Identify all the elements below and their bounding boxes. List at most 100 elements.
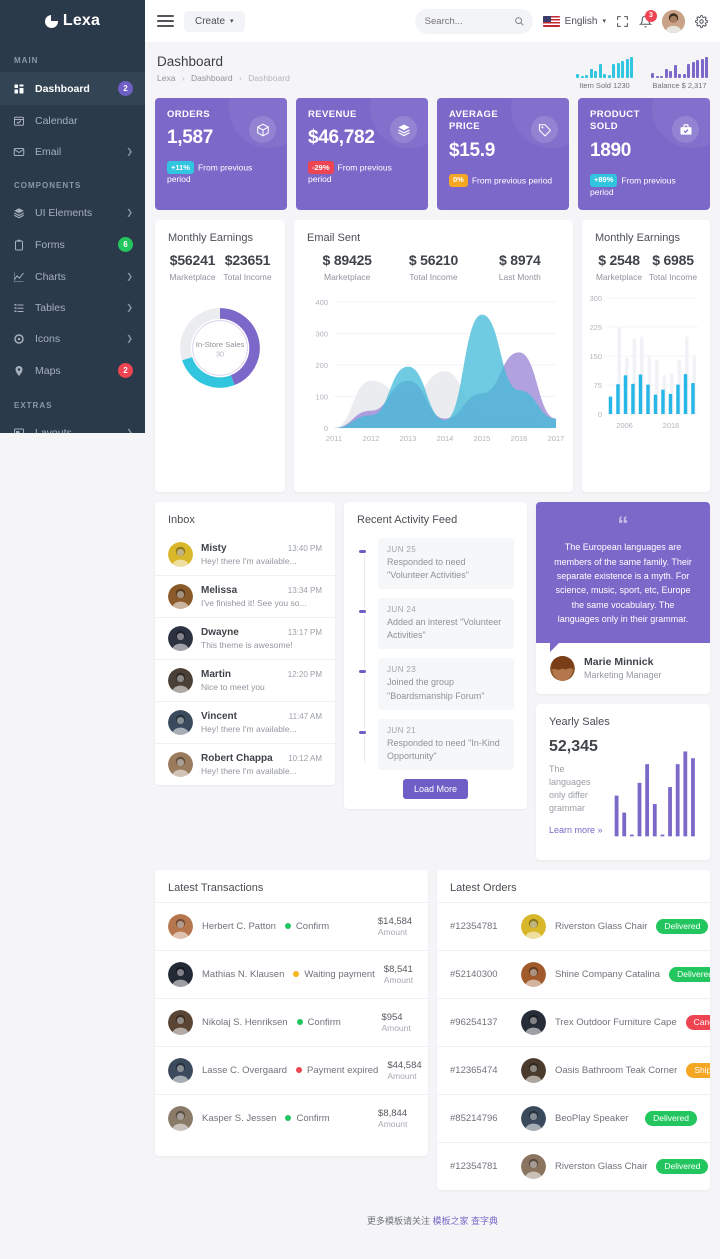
- chevron-down-icon: ▾: [230, 18, 234, 25]
- main-content: Dashboard Lexa › Dashboard › Dashboard I…: [145, 42, 720, 1259]
- table-row[interactable]: Herbert C. Patton Confirm $14,584 Amount: [155, 901, 428, 950]
- svg-text:300: 300: [589, 294, 602, 303]
- sidebar-item-label: UI Elements: [35, 206, 93, 219]
- kpi-group: $ 2548 Marketplace $ 6985 Total Income: [582, 252, 710, 283]
- table-row[interactable]: Lasse C. Overgaard Payment expired $44,584…: [155, 1045, 428, 1094]
- svg-text:2017: 2017: [547, 434, 563, 443]
- fullscreen-button[interactable]: [616, 15, 629, 28]
- breadcrumb-mid[interactable]: Dashboard: [191, 73, 233, 83]
- sidebar-item-charts[interactable]: Charts ❯: [0, 261, 145, 292]
- feed-date: JUN 23: [387, 665, 417, 675]
- order-id: #85214796: [450, 1112, 498, 1124]
- kpi-item: $ 6985 Total Income: [646, 252, 700, 283]
- inbox-card: Inbox Misty 13:40 PM Hey! there I'm availa…: [155, 502, 335, 786]
- table-row[interactable]: #12365474 Oasis Bathroom Teak Corner Shipp…: [437, 1045, 710, 1094]
- bar: [629, 834, 634, 836]
- sidebar-item-calendar[interactable]: Calendar: [0, 105, 145, 136]
- feed-items: JUN 25 Responded to need "Volunteer Activ…: [357, 538, 514, 770]
- feed-text: Joined the group "Boardsmanship Forum": [387, 677, 485, 701]
- sidebar-item-forms[interactable]: Forms 6: [0, 228, 145, 261]
- learn-more-link[interactable]: Learn more »: [549, 824, 603, 837]
- bar: [683, 373, 688, 414]
- svg-text:100: 100: [315, 392, 328, 401]
- notifications-button[interactable]: 3: [639, 9, 657, 28]
- search-input[interactable]: [424, 15, 523, 27]
- sidebar-item-ui-elements[interactable]: UI Elements ❯: [0, 197, 145, 228]
- sparkline-chart: [576, 56, 633, 78]
- inbox-item[interactable]: Martin 12:20 PM Nice to meet you: [155, 659, 335, 701]
- footer-link-2[interactable]: 查字典: [471, 1216, 498, 1226]
- testimonial-role: Marketing Manager: [584, 670, 662, 681]
- search-box[interactable]: [414, 8, 533, 34]
- search-icon[interactable]: [514, 16, 524, 26]
- table-row[interactable]: #96254137 Trex Outdoor Furniture Cape Canc…: [437, 997, 710, 1046]
- avatar: [521, 1105, 546, 1131]
- sidebar-item-maps[interactable]: Maps 2: [0, 354, 145, 387]
- load-more-button[interactable]: Load More: [402, 778, 469, 799]
- feed-item: JUN 25 Responded to need "Volunteer Activ…: [357, 538, 514, 590]
- mini-stat-label: Item Sold 1230: [579, 81, 630, 90]
- envelope-icon: [12, 145, 25, 158]
- sidebar-item-label: Email: [35, 145, 62, 158]
- table-row[interactable]: Kasper S. Jessen Confirm $8,844 Amount: [155, 1093, 428, 1142]
- inbox-message: Nice to meet you: [201, 682, 265, 693]
- activity-feed-list: JUN 25 Responded to need "Volunteer Activ…: [344, 534, 527, 808]
- testimonial-quote-block: “ The European languages are members of …: [536, 502, 710, 652]
- order-product: Oasis Bathroom Teak Corner: [555, 1064, 678, 1076]
- yearly-sales-description: The languages only differ grammar: [549, 764, 591, 814]
- sidebar-item-icons[interactable]: Icons ❯: [0, 323, 145, 354]
- avatar: [168, 584, 193, 610]
- table-row[interactable]: #12354781 Riverston Glass Chair Delivered: [437, 901, 710, 950]
- table-row[interactable]: Nikolaj S. Henriksen Confirm $954 Amount: [155, 997, 428, 1046]
- email-sent-area-chart: 0 100 200 300 400 2011 2012 2013 2014 2015 2016 201…: [315, 298, 564, 443]
- sidebar-item-tables[interactable]: Tables ❯: [0, 292, 145, 323]
- breadcrumb-root[interactable]: Lexa: [157, 73, 175, 83]
- stat-card-orders: ORDERS 1,587 +11% From previous period: [155, 98, 287, 211]
- table-row[interactable]: #12354781 Riverston Glass Chair Delivered: [437, 1141, 710, 1190]
- inbox-item[interactable]: Robert Chappa 10:12 AM Hey! there I'm avai…: [155, 743, 335, 785]
- table-row[interactable]: #85214796 BeoPlay Speaker Delivered: [437, 1093, 710, 1142]
- settings-gear-icon[interactable]: [695, 14, 708, 28]
- status-label: Payment expired: [307, 1064, 379, 1076]
- inbox-item[interactable]: Vincent 11:47 AM Hey! there I'm available.…: [155, 701, 335, 743]
- sidebar-item-dashboard[interactable]: Dashboard 2: [0, 72, 145, 105]
- order-id: #52140300: [450, 968, 498, 980]
- sidebar-item-label: Tables: [35, 301, 66, 314]
- inbox-item[interactable]: Melissa 13:34 PM I've finished it! See you…: [155, 575, 335, 617]
- inbox-item[interactable]: Misty 13:40 PM Hey! there I'm available...: [155, 534, 335, 575]
- stat-change-chip: +11%: [167, 161, 194, 175]
- bar: [638, 374, 643, 414]
- inbox-item[interactable]: Dwayne 13:17 PM This theme is awesome!: [155, 617, 335, 659]
- sidebar-item-layouts[interactable]: Layouts ❯: [0, 417, 145, 433]
- language-selector[interactable]: English ▾: [542, 15, 606, 27]
- status-dot-icon: [296, 1019, 303, 1026]
- stat-footer: 0% From previous period: [449, 173, 557, 187]
- table-row[interactable]: Mathias N. Klausen Waiting payment $8,541 A…: [155, 949, 428, 998]
- card-title: Monthly Earnings: [168, 232, 253, 245]
- footer-link-1[interactable]: 模板之家: [432, 1216, 468, 1226]
- sidebar-item-label: Calendar: [35, 114, 78, 127]
- card-title: Inbox: [168, 514, 195, 527]
- menu-toggle-icon[interactable]: [157, 12, 174, 30]
- svg-text:2011: 2011: [325, 434, 341, 443]
- mini-stat-label: Balance $ 2,317: [652, 81, 707, 90]
- kpi-label: Marketplace: [595, 272, 643, 283]
- svg-text:400: 400: [315, 298, 328, 307]
- avatar[interactable]: [662, 9, 685, 33]
- svg-text:2012: 2012: [362, 434, 379, 443]
- notification-badge: 3: [645, 9, 657, 22]
- transaction-status: Payment expired: [296, 1065, 378, 1076]
- status-label: Confirm: [295, 920, 330, 932]
- inbox-time: 11:47 AM: [288, 712, 322, 722]
- order-product: Trex Outdoor Furniture Cape: [555, 1016, 677, 1028]
- create-button[interactable]: Create ▾: [184, 10, 245, 32]
- transaction-amount: $954 Amount: [381, 1012, 415, 1033]
- latest-orders-card: Latest Orders #12354781 Riverston Glass C…: [437, 869, 710, 1190]
- latest-transactions-table: Herbert C. Patton Confirm $14,584 Amount Mat…: [155, 901, 428, 1142]
- svg-text:2006: 2006: [616, 421, 633, 430]
- inbox-item-body: Robert Chappa 10:12 AM Hey! there I'm avai…: [201, 753, 322, 776]
- stat-card-average-price: AVERAGE PRICE $15.9 0% From previous period: [437, 98, 569, 211]
- table-row[interactable]: #52140300 Shine Company Catalina Delivered: [437, 949, 710, 998]
- sidebar-item-email[interactable]: Email ❯: [0, 136, 145, 167]
- brand-logo-area[interactable]: Lexa: [0, 0, 145, 42]
